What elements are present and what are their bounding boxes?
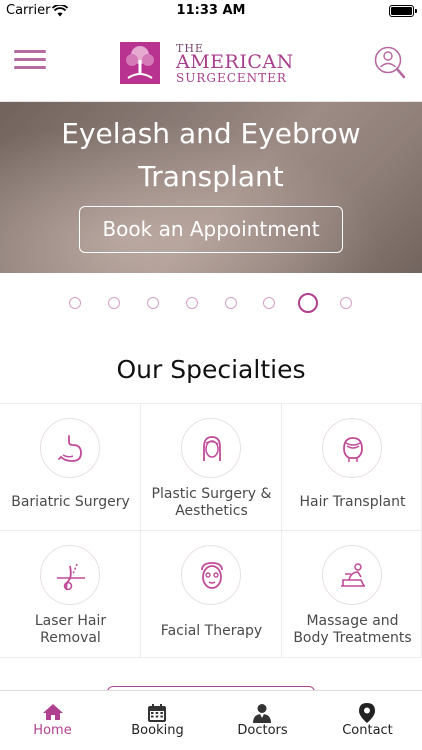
doctor-icon: [253, 704, 271, 723]
tab-label: Contact: [342, 723, 393, 738]
hair-follicle-icon: [57, 563, 85, 591]
tab-label: Booking: [131, 723, 184, 738]
logo-tree-icon: [120, 42, 160, 84]
specialties-title: Our Specialties: [116, 355, 306, 384]
home-icon: [43, 704, 63, 720]
head-hair-icon: [343, 437, 363, 462]
carousel-dot[interactable]: [108, 297, 120, 309]
carousel-dot[interactable]: [186, 297, 198, 309]
specialty-label: Body Treatments: [293, 630, 412, 646]
brand-logo[interactable]: THE AMERICAN SURGECENTER: [120, 42, 304, 86]
carousel-dot[interactable]: [69, 297, 81, 309]
tab-contact[interactable]: Contact: [315, 691, 420, 750]
specialty-label: Aesthetics: [175, 503, 248, 519]
tab-home[interactable]: Home: [0, 691, 105, 750]
specialty-label: Hair Transplant: [299, 494, 406, 510]
specialty-label: Facial Therapy: [160, 623, 263, 639]
specialty-massage-body-treatments[interactable]: Massage and Body Treatments: [282, 531, 422, 658]
carousel-dot-active[interactable]: [298, 293, 318, 313]
specialty-label: Removal: [40, 630, 101, 646]
specialties-grid: Bariatric Surgery Plastic Surgery & Aest…: [0, 403, 422, 658]
face-mask-icon: [201, 562, 223, 589]
book-appointment-button[interactable]: Book an Appointment: [79, 206, 343, 253]
doctor-search-icon[interactable]: [374, 46, 406, 80]
specialty-laser-hair-removal[interactable]: Laser Hair Removal: [0, 531, 141, 658]
specialty-label: Plastic Surgery &: [151, 486, 272, 502]
specialty-plastic-surgery[interactable]: Plastic Surgery & Aesthetics: [141, 404, 282, 531]
massage-icon: [341, 563, 365, 587]
location-pin-icon: [359, 703, 375, 723]
carousel-dot[interactable]: [263, 297, 275, 309]
stomach-icon: [58, 435, 82, 462]
battery-icon: [389, 5, 417, 17]
tab-doctors[interactable]: Doctors: [210, 691, 315, 750]
carousel-pagination: [0, 292, 422, 314]
calendar-icon: [148, 704, 166, 722]
clock: 11:33 AM: [176, 3, 246, 18]
carousel-dot[interactable]: [225, 297, 237, 309]
hamburger-menu-icon[interactable]: [14, 49, 46, 71]
logo-text-american: AMERICAN: [176, 51, 294, 73]
specialty-hair-transplant[interactable]: Hair Transplant: [282, 404, 422, 531]
logo-text-surgecenter: SURGECENTER: [176, 71, 287, 85]
tab-label: Home: [33, 723, 72, 738]
specialty-bariatric-surgery[interactable]: Bariatric Surgery: [0, 404, 141, 531]
specialty-label: Laser Hair: [34, 613, 107, 629]
bottom-tab-bar: Home Booking Doctors Contact: [0, 690, 422, 750]
banner-title: Eyelash and Eyebrow Transplant: [0, 112, 422, 198]
carousel-dot[interactable]: [147, 297, 159, 309]
banner-title-line1: Eyelash and Eyebrow: [61, 117, 361, 150]
hero-banner[interactable]: Eyelash and Eyebrow Transplant Book an A…: [0, 102, 422, 273]
app-header: THE AMERICAN SURGECENTER: [0, 22, 422, 102]
tab-label: Doctors: [237, 723, 288, 738]
tab-booking[interactable]: Booking: [105, 691, 210, 750]
woman-face-icon: [203, 436, 221, 461]
banner-title-line2: Transplant: [138, 160, 284, 193]
specialty-facial-therapy[interactable]: Facial Therapy: [141, 531, 282, 658]
carousel-dot[interactable]: [340, 297, 352, 309]
status-bar: Carrier 11:33 AM: [0, 0, 422, 22]
specialty-label: Massage and: [306, 613, 399, 629]
specialty-label: Bariatric Surgery: [11, 494, 130, 510]
